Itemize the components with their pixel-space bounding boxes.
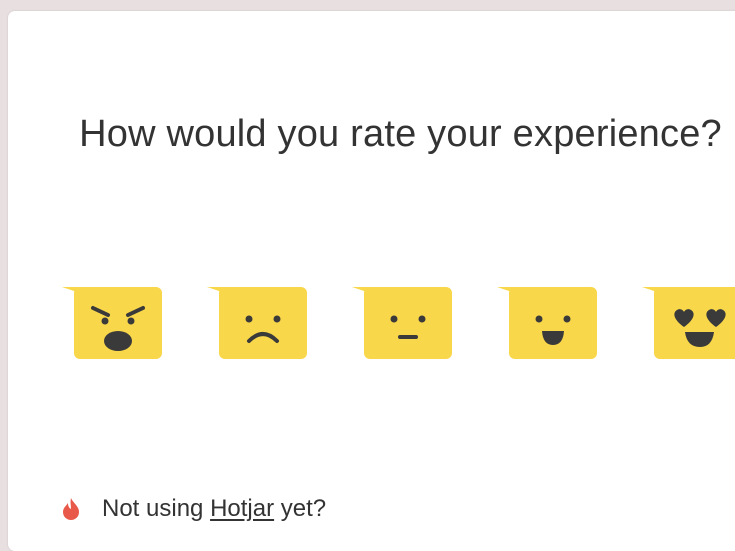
rating-neutral-button[interactable] (350, 285, 470, 375)
angry-face-icon (62, 287, 162, 359)
rating-love-button[interactable] (640, 285, 735, 375)
hotjar-link[interactable]: Hotjar (210, 495, 274, 523)
rating-hate-button[interactable] (60, 285, 180, 375)
survey-card: How would you rate your experience? (8, 11, 735, 551)
heart-eyes-face-icon (642, 287, 735, 359)
footer-promo: Not using Hotjar yet? (60, 494, 326, 524)
flame-icon (63, 498, 79, 520)
neutral-face-icon (352, 287, 452, 359)
footer-prefix: Not using (102, 495, 211, 522)
happy-face-icon (497, 287, 597, 359)
rating-like-button[interactable] (495, 285, 615, 375)
rating-dislike-button[interactable] (205, 285, 325, 375)
footer-suffix: yet? (274, 495, 327, 522)
sad-face-icon (207, 287, 307, 359)
survey-question: How would you rate your experience? (79, 113, 722, 155)
